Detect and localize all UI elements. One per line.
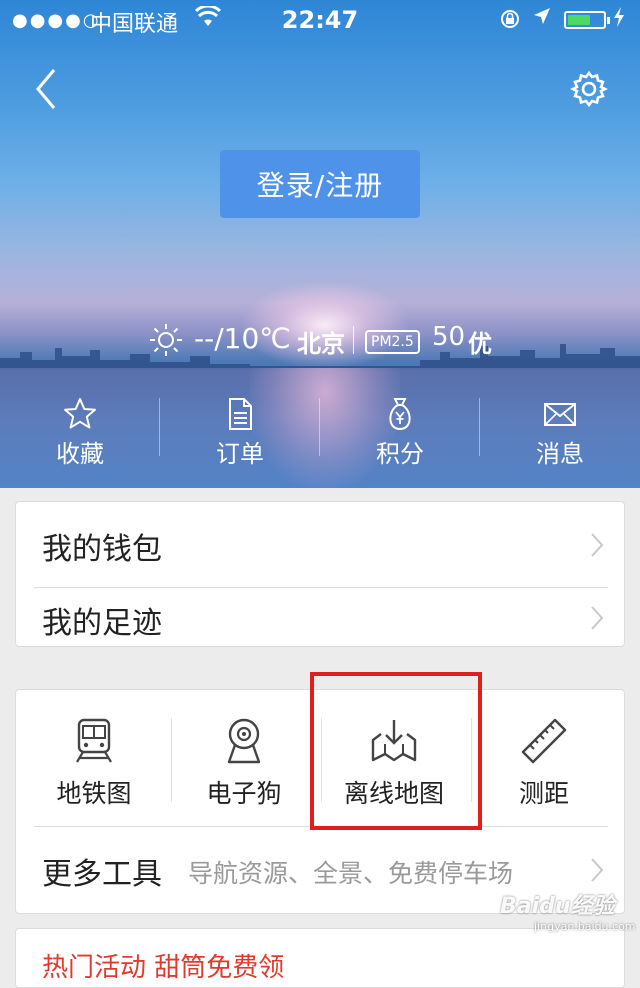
weather-divider (353, 326, 354, 354)
quick-action-favorites[interactable]: 收藏 (0, 392, 160, 472)
quick-action-orders[interactable]: 订单 (160, 392, 320, 472)
ruler-icon (519, 716, 569, 766)
location-arrow-icon (532, 6, 552, 31)
battery-icon (564, 11, 610, 29)
tool-distance-measure[interactable]: 测距 (469, 690, 619, 826)
quick-action-label: 积分 (376, 440, 424, 468)
document-icon (222, 396, 258, 432)
money-bag-icon (382, 396, 418, 432)
watermark-main: Baidu经验 (500, 894, 615, 919)
tool-label: 电子狗 (206, 779, 282, 808)
subway-icon (69, 716, 119, 766)
row-label: 更多工具 (42, 857, 162, 892)
city-name: 北京 (297, 330, 345, 358)
row-label: 我的钱包 (42, 532, 162, 567)
rotation-lock-icon (499, 8, 521, 35)
login-register-button[interactable]: 登录/注册 (220, 150, 420, 218)
aqi-level: 优 (468, 330, 492, 358)
temperature: --/10℃ (194, 322, 291, 355)
charging-icon (612, 6, 626, 33)
star-icon (62, 396, 98, 432)
settings-button[interactable] (568, 68, 610, 110)
account-card: 我的钱包 我的足迹 (15, 501, 625, 647)
menu-row-wallet[interactable]: 我的钱包 (16, 502, 624, 588)
more-tools-subtitle: 导航资源、全景、免费停车场 (188, 859, 514, 888)
baidu-watermark: Baidu经验 jingyan.baidu.com (500, 888, 640, 948)
tool-label: 测距 (518, 779, 569, 808)
gear-icon (570, 70, 608, 108)
pm25-badge: PM2.5 (365, 330, 420, 354)
quick-action-label: 订单 (216, 440, 264, 468)
tool-subway-map[interactable]: 地铁图 (19, 690, 169, 826)
tool-label: 地铁图 (56, 779, 132, 808)
aqi-value: 50 (432, 322, 466, 352)
quick-action-label: 消息 (536, 440, 584, 468)
chevron-right-icon (591, 533, 604, 557)
quick-action-label: 收藏 (56, 440, 104, 468)
quick-action-points[interactable]: 积分 (320, 392, 480, 472)
row-label: 我的足迹 (42, 606, 162, 641)
weather-bar: --/10℃ 北京 PM2.5 50 优 (0, 320, 640, 360)
back-button[interactable] (30, 66, 70, 112)
chevron-right-icon (591, 606, 604, 630)
quick-action-messages[interactable]: 消息 (480, 392, 640, 472)
watermark-sub: jingyan.baidu.com (534, 920, 636, 933)
chevron-right-icon (591, 858, 604, 882)
promo-label: 热门活动 甜筒免费领 (42, 953, 285, 983)
chevron-left-icon (36, 69, 56, 109)
menu-row-footprint[interactable]: 我的足迹 (16, 588, 624, 646)
envelope-icon (542, 396, 578, 432)
highlight-box (310, 672, 482, 830)
sun-icon (148, 322, 184, 358)
speed-camera-icon (219, 716, 269, 766)
status-bar: ●●●●○ 中国联通 22:47 (0, 0, 640, 40)
quick-actions: 收藏 订单 积分 消息 (0, 392, 640, 472)
tool-speed-camera[interactable]: 电子狗 (169, 690, 319, 826)
